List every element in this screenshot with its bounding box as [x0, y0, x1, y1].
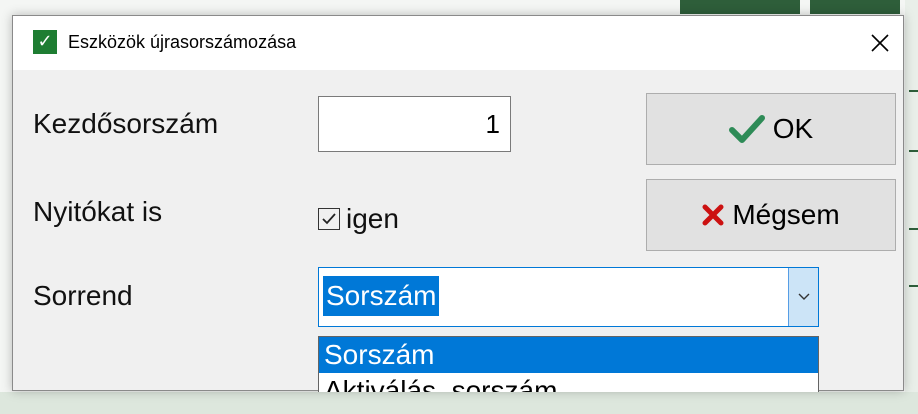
checkbox-box[interactable]: [318, 208, 340, 230]
ok-button-label: OK: [772, 113, 814, 144]
background-header-fragment: [810, 0, 900, 14]
ok-button[interactable]: OK: [646, 93, 896, 165]
close-button[interactable]: [857, 16, 903, 70]
include-openers-label: Nyitókat is: [33, 196, 163, 227]
background-tick: [909, 285, 918, 287]
order-select-value: Sorszám: [323, 276, 440, 316]
background-bottom-strip: [0, 392, 918, 414]
green-checkmark-icon: [728, 114, 765, 144]
checkbox-check-icon: [322, 213, 336, 225]
order-label: Sorrend: [33, 280, 133, 311]
background-right-strip: [905, 0, 918, 414]
start-number-label: Kezdősorszám: [33, 108, 219, 139]
renumber-dialog: ✓ Eszközök újrasorszámozása Kezdősorszám…: [12, 15, 904, 392]
red-x-icon: [702, 204, 724, 226]
dialog-title: Eszközök újrasorszámozása: [68, 32, 297, 52]
background-tick: [909, 228, 918, 230]
chevron-down-icon: [798, 293, 809, 300]
checkmark-icon: ✓: [33, 30, 57, 54]
dropdown-option-aktivalas-sorszam[interactable]: Aktiválás, sorszám: [319, 373, 818, 392]
order-select-dropdown-button[interactable]: [788, 268, 818, 326]
background-header-fragment: [680, 0, 800, 14]
close-icon: [871, 34, 889, 52]
order-select[interactable]: Sorszám: [318, 267, 819, 327]
cancel-button[interactable]: Mégsem: [646, 179, 896, 251]
background-tick: [909, 90, 918, 92]
background-tick: [909, 150, 918, 152]
include-openers-checkbox-label: igen: [346, 203, 399, 234]
order-dropdown-list: Sorszám Aktiválás, sorszám: [318, 336, 819, 392]
include-openers-checkbox[interactable]: igen: [318, 201, 399, 237]
title-bar[interactable]: ✓ Eszközök újrasorszámozása: [13, 16, 903, 70]
dropdown-option-sorszam[interactable]: Sorszám: [319, 337, 818, 373]
cancel-button-label: Mégsem: [732, 199, 840, 230]
start-number-input[interactable]: [318, 96, 511, 152]
